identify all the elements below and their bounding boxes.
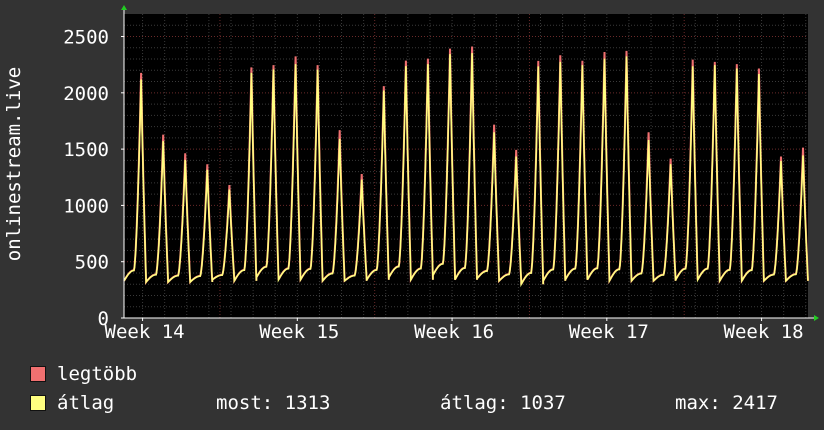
legend-max: legtöbb — [30, 363, 137, 385]
y-tick-label: 500 — [75, 252, 109, 274]
legend-max-label: legtöbb — [57, 363, 138, 385]
stat-current-label: most: — [216, 392, 274, 414]
y-tick-label: 2500 — [63, 27, 109, 49]
stat-max: max: 2417 — [675, 392, 778, 414]
stat-average-label: átlag: — [440, 392, 509, 414]
x-tick-label: Week 15 — [259, 321, 339, 343]
legend-max-swatch — [30, 366, 46, 382]
x-tick-label: Week 14 — [105, 321, 185, 343]
x-tick-label: Week 16 — [414, 321, 494, 343]
y-axis-title: onlinestream.live — [3, 67, 25, 261]
stat-average: átlag: 1037 — [440, 392, 566, 414]
chart-svg: 05001000150020002500Week 14 Week 15 Week 1… — [3, 5, 819, 343]
stat-average-value: 1037 — [520, 392, 566, 414]
legend-avg-label: átlag — [57, 392, 115, 414]
chart-panel: 0 500 1000 1500 2000 2500 Week 14 Week 15 Week 1… — [0, 0, 824, 430]
plot-area — [124, 14, 808, 318]
y-tick-label: 2000 — [63, 83, 109, 105]
y-tick-label: 1000 — [63, 195, 109, 217]
y-axis-arrow — [121, 5, 127, 10]
legend-avg-swatch — [30, 395, 46, 411]
stat-current-value: 1313 — [284, 392, 331, 414]
legend-avg: átlag — [30, 392, 114, 414]
x-axis-arrow — [814, 315, 819, 321]
stat-max-label: max: — [675, 392, 721, 414]
y-tick-label: 1500 — [63, 139, 109, 161]
x-tick-label: Week 18 — [724, 321, 804, 343]
stat-max-value: 2417 — [732, 392, 778, 414]
stat-current: most: 1313 — [216, 392, 330, 414]
x-tick-label: Week 17 — [569, 321, 649, 343]
